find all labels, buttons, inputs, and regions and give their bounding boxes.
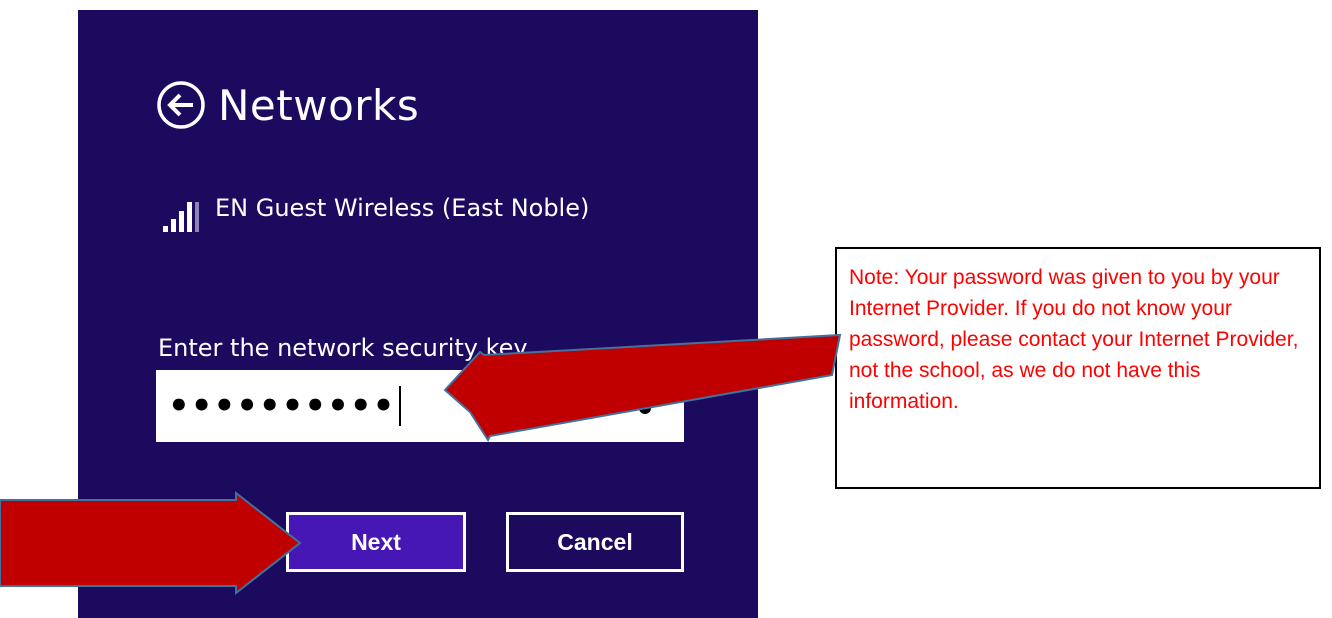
security-key-input[interactable]: ••••••••••	[156, 370, 684, 442]
network-item: EN Guest Wireless (East Noble)	[161, 194, 589, 234]
back-arrow-circle-icon[interactable]	[156, 80, 206, 130]
cancel-button[interactable]: Cancel	[506, 512, 684, 572]
next-button[interactable]: Next	[286, 512, 466, 572]
network-name: EN Guest Wireless (East Noble)	[215, 194, 590, 222]
password-note-callout: Note: Your password was given to you by …	[835, 247, 1321, 489]
security-key-masked-value: ••••••••••	[168, 386, 396, 426]
security-key-label: Enter the network security key	[158, 334, 528, 362]
page-title: Networks	[218, 80, 420, 130]
reveal-password-eye-icon[interactable]	[632, 396, 658, 416]
network-connect-panel: Networks EN Guest Wireless (East Noble) …	[78, 10, 758, 618]
password-note-text: Note: Your password was given to you by …	[849, 266, 1299, 413]
text-caret	[399, 386, 402, 426]
screenshot-stage: Networks EN Guest Wireless (East Noble) …	[0, 0, 1332, 618]
panel-header[interactable]: Networks	[156, 80, 419, 130]
wifi-signal-bars-icon	[163, 202, 199, 232]
